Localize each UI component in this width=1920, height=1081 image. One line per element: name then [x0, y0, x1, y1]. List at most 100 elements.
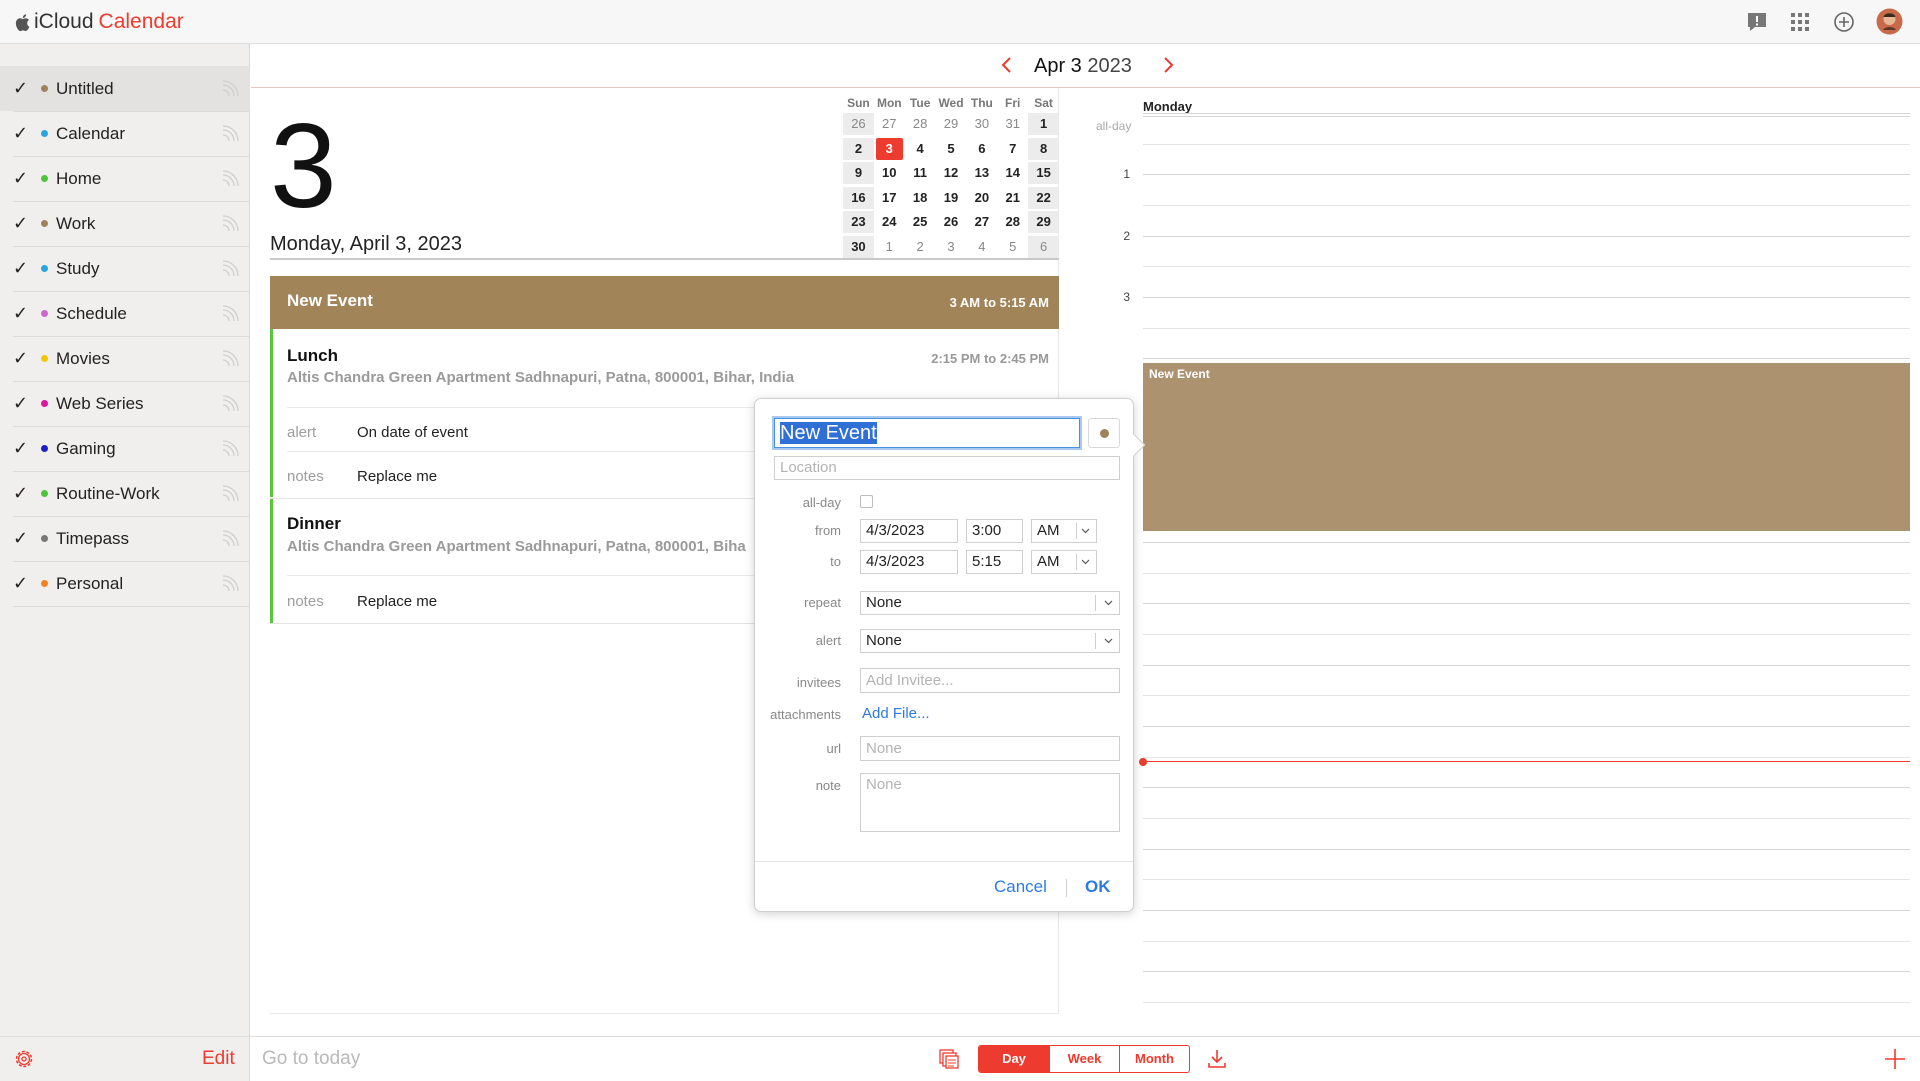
mini-month-day[interactable]: 19 — [936, 187, 967, 209]
mini-month-day[interactable]: 3 — [936, 236, 967, 258]
repeat-select[interactable]: None — [860, 591, 1120, 615]
share-calendar-icon[interactable] — [220, 484, 240, 504]
mini-month-day[interactable]: 29 — [936, 113, 967, 135]
mini-month-day[interactable]: 30 — [966, 113, 997, 135]
to-ampm-select[interactable]: AM — [1031, 550, 1097, 574]
to-date-input[interactable]: 4/3/2023 — [860, 550, 958, 574]
mini-month-day[interactable]: 2 — [843, 137, 874, 160]
share-calendar-icon[interactable] — [220, 304, 240, 324]
share-calendar-icon[interactable] — [220, 79, 240, 99]
add-file-link[interactable]: Add File... — [862, 705, 930, 722]
checkmark-icon[interactable]: ✓ — [13, 123, 29, 144]
edit-calendars-button[interactable]: Edit — [202, 1048, 235, 1070]
checkmark-icon[interactable]: ✓ — [13, 213, 29, 234]
add-circle-icon[interactable] — [1832, 10, 1856, 34]
event-title-input[interactable]: New Event — [774, 418, 1080, 448]
share-calendar-icon[interactable] — [220, 214, 240, 234]
add-event-icon[interactable] — [1882, 1046, 1908, 1072]
checkmark-icon[interactable]: ✓ — [13, 438, 29, 459]
calendar-item[interactable]: ✓ Home — [0, 156, 250, 201]
share-calendar-icon[interactable] — [220, 574, 240, 594]
calendar-item[interactable]: ✓ Personal — [0, 561, 250, 606]
mini-month-day[interactable]: 26 — [843, 113, 874, 136]
share-calendar-icon[interactable] — [220, 124, 240, 144]
mini-month-day[interactable]: 14 — [997, 162, 1028, 184]
mini-month-day[interactable]: 12 — [936, 162, 967, 184]
calendar-item[interactable]: ✓ Gaming — [0, 426, 250, 471]
timeline-event-new-event[interactable]: New Event — [1143, 363, 1910, 531]
mini-month-day[interactable]: 1 — [1028, 113, 1060, 136]
previous-day-button[interactable] — [997, 54, 1017, 76]
checkmark-icon[interactable]: ✓ — [13, 573, 29, 594]
checkmark-icon[interactable]: ✓ — [13, 483, 29, 504]
gear-icon[interactable] — [12, 1047, 36, 1071]
download-icon[interactable] — [1205, 1047, 1229, 1071]
mini-month-day[interactable]: 24 — [874, 211, 905, 233]
mini-month-day[interactable]: 31 — [997, 113, 1028, 135]
share-calendar-icon[interactable] — [220, 259, 240, 279]
share-calendar-icon[interactable] — [220, 169, 240, 189]
mini-month-day[interactable]: 28 — [997, 211, 1028, 233]
mini-month-day[interactable]: 25 — [905, 211, 936, 233]
to-time-input[interactable]: 5:15 — [966, 550, 1023, 574]
calendar-item[interactable]: ✓ Routine-Work — [0, 471, 250, 516]
alert-select[interactable]: None — [860, 629, 1120, 653]
checkmark-icon[interactable]: ✓ — [13, 303, 29, 324]
calendar-color-picker[interactable] — [1088, 418, 1120, 448]
mini-month-day[interactable]: 6 — [1028, 235, 1060, 258]
mini-month-day[interactable]: 29 — [1028, 211, 1060, 234]
checkmark-icon[interactable]: ✓ — [13, 168, 29, 189]
location-input[interactable]: Location — [774, 456, 1120, 480]
mini-month-day[interactable]: 13 — [966, 162, 997, 184]
mini-month-day[interactable]: 23 — [843, 211, 874, 234]
mini-month-day[interactable]: 22 — [1028, 186, 1060, 209]
mini-month-day[interactable]: 5 — [936, 138, 967, 160]
ok-button[interactable]: OK — [1085, 877, 1111, 897]
from-time-input[interactable]: 3:00 — [966, 519, 1023, 543]
go-to-today-button[interactable]: Go to today — [262, 1048, 360, 1070]
share-calendar-icon[interactable] — [220, 439, 240, 459]
mini-month-day[interactable]: 26 — [936, 211, 967, 233]
checkmark-icon[interactable]: ✓ — [13, 258, 29, 279]
mini-month-day[interactable]: 4 — [966, 236, 997, 258]
calendar-item[interactable]: ✓ Web Series — [0, 381, 250, 426]
month-view-tab[interactable]: Month — [1119, 1046, 1189, 1072]
selected-event-banner[interactable]: New Event 3 AM to 5:15 AM — [270, 276, 1059, 329]
avatar[interactable] — [1876, 8, 1903, 35]
mini-month-day[interactable]: 7 — [997, 138, 1028, 160]
checkmark-icon[interactable]: ✓ — [13, 78, 29, 99]
mini-month-day[interactable]: 5 — [997, 236, 1028, 258]
calendar-stack-icon[interactable] — [938, 1048, 960, 1070]
app-grid-icon[interactable] — [1788, 10, 1812, 34]
mini-month-day[interactable]: 28 — [905, 113, 936, 135]
mini-month-day[interactable]: 16 — [843, 186, 874, 209]
calendar-item[interactable]: ✓ Untitled — [0, 66, 250, 111]
from-date-input[interactable]: 4/3/2023 — [860, 519, 958, 543]
cancel-button[interactable]: Cancel — [994, 877, 1047, 897]
mini-month-day[interactable]: 27 — [966, 211, 997, 233]
day-timeline[interactable]: Monday all-day 123567891011Noon New Even… — [1090, 88, 1920, 1036]
allday-checkbox[interactable] — [860, 495, 873, 508]
mini-month-day[interactable]: 9 — [843, 162, 874, 185]
mini-month-day[interactable]: 30 — [843, 235, 874, 258]
calendar-item[interactable]: ✓ Schedule — [0, 291, 250, 336]
calendar-item[interactable]: ✓ Timepass — [0, 516, 250, 561]
mini-month-today[interactable]: 3 — [874, 137, 905, 160]
mini-month-day[interactable]: 17 — [874, 187, 905, 209]
invitees-input[interactable]: Add Invitee... — [860, 668, 1120, 693]
feedback-icon[interactable] — [1745, 10, 1769, 34]
mini-month-day[interactable]: 21 — [997, 187, 1028, 209]
checkmark-icon[interactable]: ✓ — [13, 348, 29, 369]
next-day-button[interactable] — [1158, 54, 1178, 76]
day-view-tab[interactable]: Day — [979, 1046, 1049, 1072]
mini-month-day[interactable]: 18 — [905, 187, 936, 209]
week-view-tab[interactable]: Week — [1049, 1046, 1119, 1072]
mini-month-day[interactable]: 4 — [905, 138, 936, 160]
mini-month-day[interactable]: 2 — [905, 236, 936, 258]
mini-month-day[interactable]: 6 — [966, 138, 997, 160]
mini-month-day[interactable]: 11 — [905, 162, 936, 184]
mini-month-day[interactable]: 15 — [1028, 162, 1060, 185]
mini-month-day[interactable]: 27 — [874, 113, 905, 135]
calendar-item[interactable]: ✓ Work — [0, 201, 250, 246]
from-ampm-select[interactable]: AM — [1031, 519, 1097, 543]
